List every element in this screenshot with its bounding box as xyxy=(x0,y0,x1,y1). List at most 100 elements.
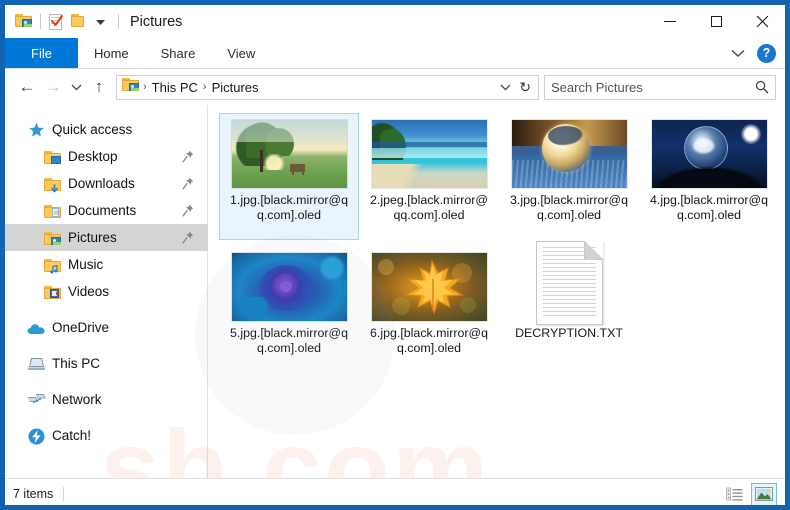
close-button[interactable] xyxy=(739,5,785,38)
up-button[interactable]: ↑ xyxy=(86,74,112,100)
documents-folder-icon xyxy=(43,202,63,219)
title-bar: Pictures xyxy=(5,5,785,38)
sidebar-label: Catch! xyxy=(52,428,92,443)
breadcrumb-pictures[interactable]: Pictures xyxy=(209,80,262,95)
thumbnail-wrap xyxy=(369,119,489,189)
sidebar-item-pictures[interactable]: Pictures xyxy=(5,224,208,251)
file-item[interactable]: 5.jpg.[black.mirror@qq.com].oled xyxy=(219,246,359,373)
breadcrumb-separator-2: › xyxy=(202,81,207,93)
computer-icon xyxy=(27,355,47,372)
cloud-icon xyxy=(27,319,47,336)
sidebar-label: Quick access xyxy=(52,122,133,137)
address-dropdown-icon[interactable] xyxy=(497,84,514,91)
sidebar-item-videos[interactable]: Videos xyxy=(5,278,208,305)
tab-file[interactable]: File xyxy=(5,38,78,68)
file-name: 5.jpg.[black.mirror@qq.com].oled xyxy=(230,326,348,355)
minimize-button[interactable] xyxy=(647,5,693,38)
sidebar-label: Desktop xyxy=(68,149,118,164)
catch-bolt-icon xyxy=(27,427,47,445)
toolbar-separator-2 xyxy=(118,14,119,29)
recent-locations-button[interactable] xyxy=(66,74,86,100)
file-item[interactable]: 4.jpg.[black.mirror@qq.com].oled xyxy=(639,113,779,240)
sidebar-item-onedrive[interactable]: OneDrive xyxy=(5,314,208,341)
thumbnail-wrap xyxy=(369,252,489,322)
sidebar-item-quick-access[interactable]: Quick access xyxy=(5,116,208,143)
refresh-icon[interactable]: ↻ xyxy=(516,80,534,94)
tab-share[interactable]: Share xyxy=(145,38,212,68)
forward-button[interactable]: → xyxy=(40,74,66,100)
sidebar-item-desktop[interactable]: Desktop xyxy=(5,143,208,170)
thumbnail-blue-rose xyxy=(231,253,347,321)
file-item[interactable]: 6.jpg.[black.mirror@qq.com].oled xyxy=(359,246,499,373)
pictures-folder-icon[interactable] xyxy=(14,11,36,33)
file-item[interactable]: DECRYPTION.TXT xyxy=(499,241,639,373)
maximize-button[interactable] xyxy=(693,5,739,38)
pin-icon[interactable] xyxy=(182,177,194,190)
breadcrumb-separator-1: › xyxy=(143,81,147,93)
back-button[interactable]: ← xyxy=(14,74,40,100)
tab-view[interactable]: View xyxy=(211,38,271,68)
toolbar-separator-1 xyxy=(40,14,41,29)
file-list-pane[interactable]: 1.jpg.[black.mirror@qq.com].oled 2.jpeg.… xyxy=(208,105,785,478)
thumbnail-wrap xyxy=(509,241,629,325)
sidebar-item-this-pc[interactable]: This PC xyxy=(5,350,208,377)
thumbnail-wrap xyxy=(649,119,769,189)
file-name: 6.jpg.[black.mirror@qq.com].oled xyxy=(370,326,488,355)
tab-home[interactable]: Home xyxy=(78,38,145,68)
sidebar-label: Videos xyxy=(68,284,110,299)
breadcrumb-this-pc[interactable]: This PC xyxy=(149,80,201,95)
pictures-folder-icon xyxy=(43,229,63,246)
sidebar-label: Downloads xyxy=(68,176,135,191)
file-name: 3.jpg.[black.mirror@qq.com].oled xyxy=(510,193,628,222)
thumbnail-tree-sunset xyxy=(231,120,347,188)
status-separator xyxy=(63,487,65,501)
item-count-label: 7 items xyxy=(13,487,54,501)
downloads-folder-icon xyxy=(43,175,63,193)
text-document-icon xyxy=(535,241,603,325)
view-mode-buttons xyxy=(721,482,777,506)
videos-folder-icon xyxy=(43,283,63,300)
music-folder-icon xyxy=(43,256,63,274)
document-lines xyxy=(542,247,596,319)
sidebar-item-downloads[interactable]: Downloads xyxy=(5,170,208,197)
search-input[interactable]: Search Pictures xyxy=(551,80,755,95)
sidebar-label: Music xyxy=(68,257,104,272)
details-view-button[interactable] xyxy=(721,483,747,506)
sidebar-label: Pictures xyxy=(68,230,117,245)
search-icon xyxy=(755,80,769,94)
star-icon xyxy=(27,121,47,138)
sidebar-item-documents[interactable]: Documents xyxy=(5,197,208,224)
sidebar-item-network[interactable]: Network xyxy=(5,386,208,413)
file-name: 1.jpg.[black.mirror@qq.com].oled xyxy=(230,193,348,222)
status-bar: 7 items xyxy=(5,478,785,506)
pin-icon[interactable] xyxy=(182,150,194,163)
thumbnail-frozen-bubble xyxy=(511,120,627,188)
search-box[interactable]: Search Pictures xyxy=(544,74,776,100)
file-item[interactable]: 1.jpg.[black.mirror@qq.com].oled xyxy=(219,113,359,240)
file-name: 2.jpeg.[black.mirror@qq.com].oled xyxy=(370,193,488,222)
sidebar-item-catch[interactable]: Catch! xyxy=(5,422,208,449)
file-item[interactable]: 3.jpg.[black.mirror@qq.com].oled xyxy=(499,113,639,240)
customize-dropdown-icon[interactable] xyxy=(89,11,111,33)
address-bar[interactable]: › This PC › Pictures ↻ xyxy=(116,74,539,100)
new-folder-icon[interactable] xyxy=(67,11,89,33)
file-grid: 1.jpg.[black.mirror@qq.com].oled 2.jpeg.… xyxy=(219,113,785,379)
file-name: 4.jpg.[black.mirror@qq.com].oled xyxy=(650,193,768,222)
navigation-pane: Quick access Desktop Downloads Documents… xyxy=(5,105,208,478)
sidebar-item-music[interactable]: Music xyxy=(5,251,208,278)
explorer-body: sh.com Quick access Desktop Downloads Do… xyxy=(5,105,785,505)
address-bar-row: ← → ↑ › This PC › Pictures ↻ Search Pict… xyxy=(5,69,785,105)
desktop-folder-icon xyxy=(43,148,63,165)
properties-icon[interactable] xyxy=(45,11,67,33)
chevron-down-icon[interactable] xyxy=(731,49,745,58)
help-icon[interactable]: ? xyxy=(757,43,776,63)
file-item[interactable]: 2.jpeg.[black.mirror@qq.com].oled xyxy=(359,113,499,240)
large-icons-view-button[interactable] xyxy=(751,482,777,505)
pin-icon[interactable] xyxy=(182,204,194,217)
pin-icon[interactable] xyxy=(182,231,194,244)
thumbnail-autumn-leaf xyxy=(371,253,487,321)
explorer-window: Pictures File Home Share View ? ← → ↑ › … xyxy=(0,0,790,510)
sidebar-label: Network xyxy=(52,392,102,407)
